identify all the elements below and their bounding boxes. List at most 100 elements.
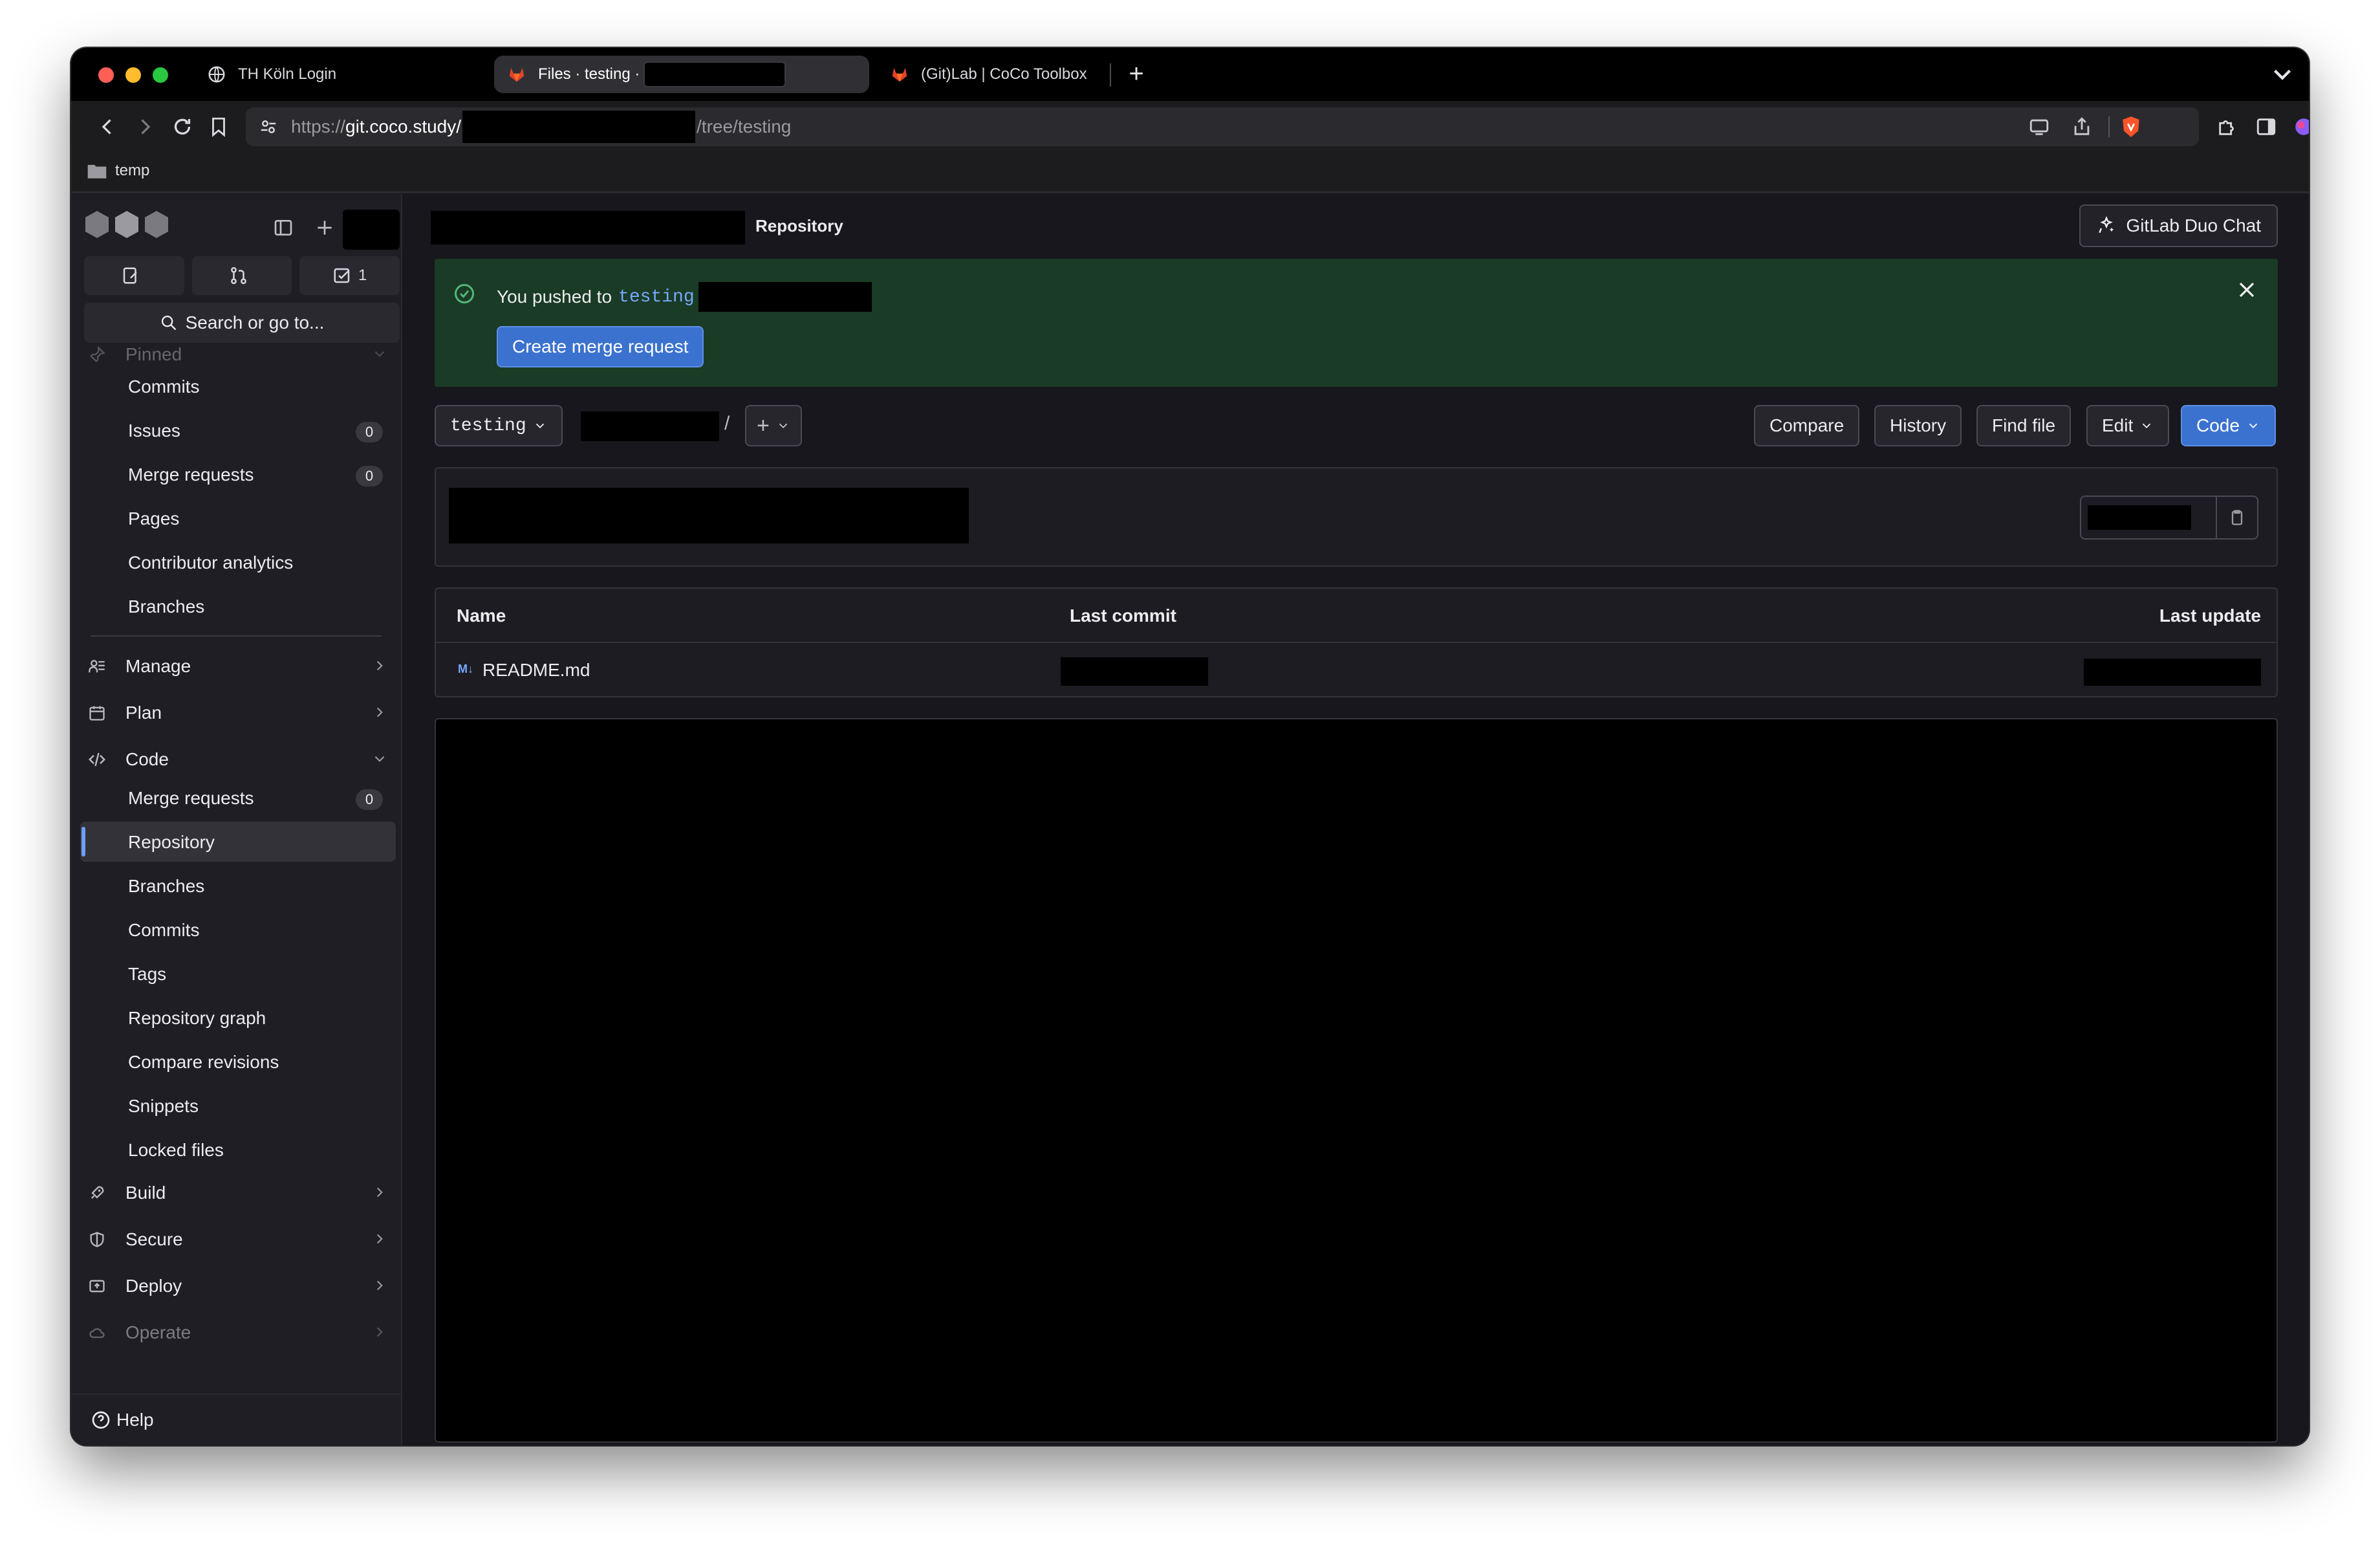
section-label: Operate [125,1322,191,1342]
collapse-sidebar-button[interactable] [269,213,298,242]
sidebar-section-secure[interactable]: Secure [84,1220,395,1259]
column-header-last-commit: Last commit [1070,606,1176,626]
sidebar-section-code[interactable]: Code [84,740,395,779]
history-button[interactable]: History [1874,405,1962,446]
search-icon [161,315,176,331]
sidebar-item-pinned-merge-requests[interactable]: Merge requests [128,464,254,485]
chevron-down-icon [536,423,544,429]
sidebar-toggle-button[interactable] [2253,114,2279,140]
count-badge: 0 [356,466,383,486]
new-tab-button[interactable]: + [1119,57,1154,92]
table-header: Name Last commit Last update [436,589,2277,643]
minimize-window-button[interactable] [125,67,141,83]
sidebar-item-pinned-branches[interactable]: Branches [128,596,204,617]
edit-dropdown[interactable]: Edit [2086,405,2170,446]
table-row[interactable]: M↓ README.md [436,643,2277,697]
maximize-window-button[interactable] [153,67,168,83]
find-file-button[interactable]: Find file [1976,405,2072,446]
forward-button[interactable] [132,114,158,140]
readme-preview [435,718,2278,1443]
sidebar-item-tags[interactable]: Tags [128,964,166,985]
create-merge-request-button[interactable]: Create merge request [497,326,704,367]
cast-icon[interactable] [2028,116,2050,138]
sidebar-item-snippets[interactable]: Snippets [128,1096,199,1117]
sidebar-section-deploy[interactable]: Deploy [84,1267,395,1306]
bookmark-button[interactable] [206,114,232,140]
create-new-button[interactable] [310,213,339,242]
avatar[interactable] [343,210,400,250]
sidebar-section-plan[interactable]: Plan [84,694,395,732]
sidebar-item-repository[interactable]: Repository [128,832,215,853]
branch-selector[interactable]: testing [435,405,563,446]
sidebar-item-pinned-contributor-analytics[interactable]: Contributor analytics [128,552,293,573]
share-icon[interactable] [2071,116,2093,138]
section-label: Pinned [125,344,182,364]
divider [91,635,382,637]
copy-sha-button[interactable] [2216,497,2257,538]
sidebar-section-operate[interactable]: Operate [84,1313,395,1352]
sidebar-item-branches[interactable]: Branches [128,876,204,897]
brave-shield-icon[interactable] [2119,115,2143,139]
todos-counter[interactable]: 1 [299,256,400,295]
chevron-down-icon [2143,423,2151,429]
chevron-down-icon [374,351,385,357]
sidebar-section-manage[interactable]: Manage [84,647,395,686]
chevron-down-icon[interactable] [2267,60,2297,89]
project-logo-icon[interactable] [84,208,175,243]
code-dropdown[interactable]: Code [2181,405,2276,446]
column-header-name: Name [457,606,506,626]
close-icon[interactable] [2234,277,2260,303]
gitlab-duo-chat-button[interactable]: GitLab Duo Chat [2079,204,2278,247]
active-indicator [81,827,85,857]
puzzle-icon [2219,120,2234,135]
sidebar-item-pinned-commits[interactable]: Commits [128,377,199,397]
path-separator: / [724,413,730,434]
help-label: Help [116,1410,154,1430]
chevron-right-icon [376,707,383,717]
section-label: Build [125,1183,166,1203]
merge-requests-counter[interactable] [191,256,292,295]
pinned-section-toggle[interactable]: Pinned [84,335,395,374]
assigned-issues-counter[interactable] [84,256,184,295]
sidebar-section-build[interactable]: Build [84,1174,395,1212]
sidebar: 1 Search or go to... Pinned Commits Issu… [71,194,402,1445]
redacted-commit-message [1061,657,1208,686]
issues-icon [124,267,137,284]
gitlab-logo-icon [509,68,525,82]
breadcrumb-current[interactable]: Repository [755,216,843,236]
address-bar[interactable]: https:// git.coco.study / /tree/testing [246,107,2199,146]
count-badge: 0 [356,422,383,443]
site-settings-icon[interactable] [259,117,278,137]
sidebar-item-pinned-pages[interactable]: Pages [128,508,179,529]
sidebar-item-commits[interactable]: Commits [128,920,199,941]
file-name-link[interactable]: README.md [482,660,590,681]
bookmark-folder-temp[interactable]: temp [87,162,149,180]
add-file-dropdown[interactable]: + [745,405,802,446]
sidebar-item-repository-graph[interactable]: Repository graph [128,1008,266,1029]
leo-ai-button[interactable] [2291,114,2309,140]
sidebar-item-locked-files[interactable]: Locked files [128,1140,224,1161]
leo-ai-icon [2295,118,2309,135]
extensions-button[interactable] [2214,114,2240,140]
arrow-right-icon [141,119,151,135]
back-button[interactable] [94,114,120,140]
sidebar-item-merge-requests[interactable]: Merge requests [128,788,254,809]
chevron-down-icon [779,423,788,429]
reload-button[interactable] [169,114,195,140]
commit-sha-group [2080,496,2258,540]
alert-text: You pushed to [497,287,612,307]
help-button[interactable]: Help [71,1393,401,1445]
compare-button[interactable]: Compare [1754,405,1860,446]
tab-files-testing[interactable]: Files · testing · [494,56,869,93]
section-label: Secure [125,1229,183,1249]
alert-branch-link[interactable]: testing [618,287,695,307]
sidebar-item-compare-revisions[interactable]: Compare revisions [128,1052,279,1073]
tab-separator [1110,63,1111,87]
check-circle-icon [455,284,474,303]
todo-icon [334,268,350,283]
close-window-button[interactable] [98,67,114,83]
deploy-icon [84,1273,110,1299]
reload-icon [174,118,191,135]
redacted-commit-sha[interactable] [2088,505,2191,530]
sidebar-item-pinned-issues[interactable]: Issues [128,421,180,441]
